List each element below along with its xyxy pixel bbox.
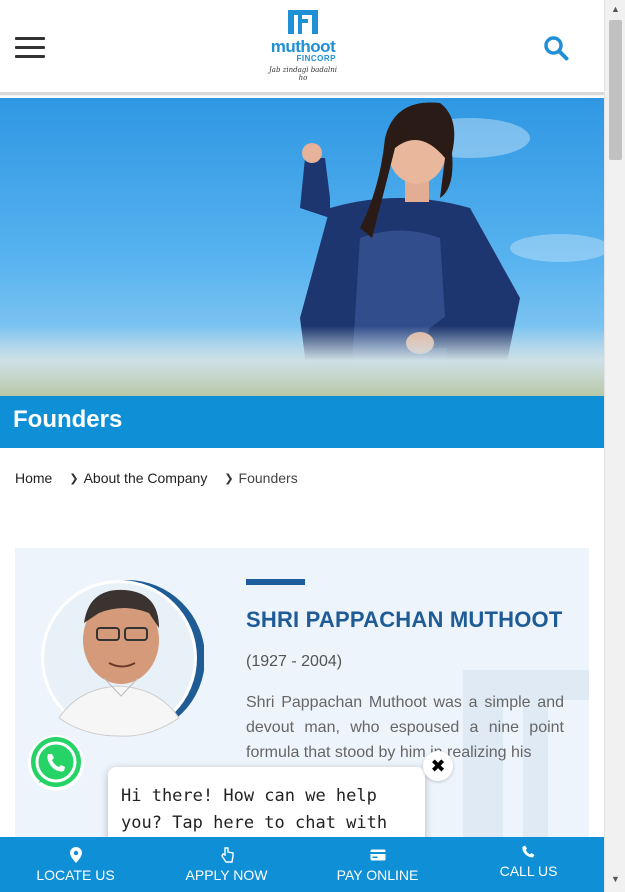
hero-banner <box>0 98 604 396</box>
scrollbar-thumb[interactable] <box>609 20 622 160</box>
call-us-label: CALL US <box>499 863 558 879</box>
credit-card-icon <box>370 849 385 860</box>
logo-mark-icon <box>288 10 318 34</box>
pay-online-label: PAY ONLINE <box>336 866 419 883</box>
hamburger-icon[interactable] <box>15 37 45 59</box>
bottom-action-bar: LOCATE US APPLY NOW PAY ONLINE CALL US <box>0 837 604 892</box>
close-icon[interactable]: ✖ <box>423 751 453 781</box>
logo-brand-text: muthoot <box>270 37 336 56</box>
breadcrumb-home[interactable]: Home <box>15 470 52 486</box>
page-title: Founders <box>13 406 123 433</box>
hand-pointer-icon <box>220 846 234 863</box>
breadcrumb: Home ❯ About the Company ❯ Founders <box>15 470 298 486</box>
founder-bio: Shri Pappachan Muthoot was a simple and … <box>246 694 564 761</box>
logo-tagline: Jab zindagi badalni ho <box>268 66 337 82</box>
apply-now-label: APPLY NOW <box>185 866 268 883</box>
hero-grass <box>0 326 604 396</box>
apply-now-button[interactable]: APPLY NOW <box>151 837 302 892</box>
call-us-button[interactable]: CALL US <box>453 837 604 892</box>
locate-us-button[interactable]: LOCATE US <box>0 837 151 892</box>
chevron-right-icon: ❯ <box>69 472 79 485</box>
chevron-right-icon: ❯ <box>224 472 234 485</box>
founder-name: SHRI PAPPACHAN MUTHOOT <box>246 607 563 632</box>
title-accent-bar <box>246 579 305 585</box>
scroll-down-arrow-icon[interactable]: ▼ <box>605 874 625 886</box>
breadcrumb-current: Founders <box>238 470 298 486</box>
founder-years: (1927 - 2004) <box>246 653 343 670</box>
phone-icon <box>522 845 535 857</box>
search-icon[interactable] <box>543 35 569 61</box>
muthoot-fincorp-logo[interactable]: muthoot FINCORP Jab zindagi badalni ho <box>266 9 340 82</box>
page-title-band: Founders <box>0 396 604 448</box>
breadcrumb-about[interactable]: About the Company <box>84 470 208 486</box>
site-header: muthoot FINCORP Jab zindagi badalni ho <box>0 0 604 95</box>
pay-online-button[interactable]: PAY ONLINE <box>302 837 453 892</box>
page-scrollbar[interactable]: ▲ ▼ <box>604 0 625 892</box>
scroll-up-arrow-icon[interactable]: ▲ <box>605 4 625 16</box>
location-pin-icon <box>69 846 82 863</box>
locate-us-label: LOCATE US <box>36 866 115 883</box>
founder-portrait <box>41 580 204 737</box>
whatsapp-icon[interactable] <box>26 733 86 793</box>
chat-prompt-bubble[interactable]: Hi there! How can we help you? Tap here … <box>108 767 425 860</box>
